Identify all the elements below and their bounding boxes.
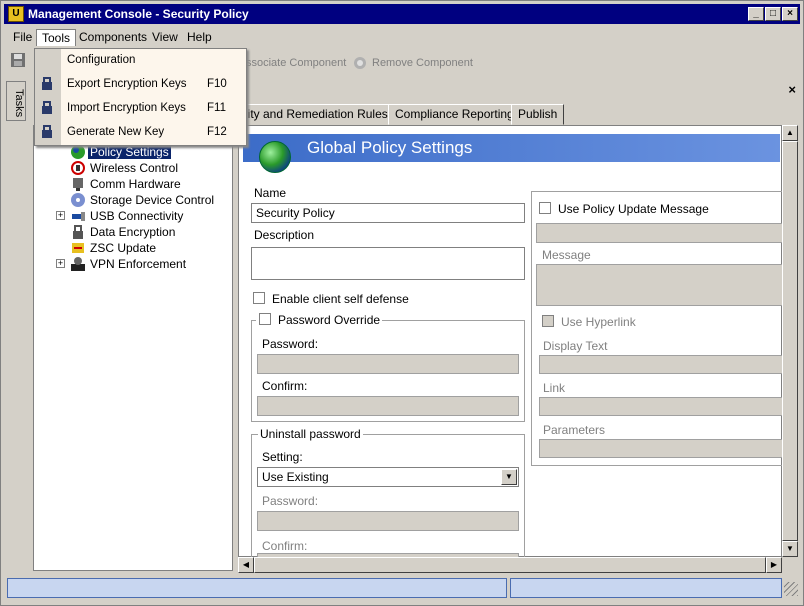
status-bar: [4, 576, 800, 600]
status-pane-main: [7, 578, 507, 598]
use-hyperlink-label: Use Hyperlink: [561, 315, 636, 329]
key-export-icon: [42, 77, 52, 90]
description-field[interactable]: [251, 247, 525, 280]
uninstall-confirm-label: Confirm:: [262, 539, 308, 553]
globe-icon: [259, 141, 291, 173]
menu-item-import-encryption-keys[interactable]: Import Encryption Keys F11: [35, 98, 246, 120]
message-label: Message: [542, 248, 591, 262]
window-title: Management Console - Security Policy: [28, 7, 249, 21]
minimize-button[interactable]: _: [748, 7, 764, 21]
lock-icon: [73, 225, 83, 239]
globe-icon: [71, 145, 85, 159]
title-bar[interactable]: U Management Console - Security Policy _…: [4, 4, 800, 24]
update-icon: [72, 243, 84, 253]
uninstall-password-field-label: Password:: [262, 494, 319, 508]
wireless-icon: [71, 161, 85, 175]
update-message-field[interactable]: [536, 223, 782, 243]
menu-components[interactable]: Components: [74, 29, 152, 46]
scroll-right-icon[interactable]: ▶: [766, 557, 782, 573]
link-field[interactable]: [539, 397, 782, 416]
expand-icon[interactable]: +: [56, 259, 65, 268]
horizontal-scroll-thumb[interactable]: [254, 557, 766, 573]
panel-close-icon[interactable]: ×: [788, 82, 796, 97]
tasks-side-tab[interactable]: Tasks: [6, 81, 26, 121]
policy-update-message-label: Use Policy Update Message: [558, 202, 709, 216]
policy-header-title: Global Policy Settings: [307, 138, 473, 157]
tools-menu-dropdown: Configuration Export Encryption Keys F10…: [34, 48, 247, 146]
tab-security-remediation-rules[interactable]: urity and Remediation Rules: [231, 104, 395, 125]
maximize-button[interactable]: □: [765, 7, 781, 21]
menu-item-configuration[interactable]: Configuration: [35, 50, 246, 72]
uninstall-password-field[interactable]: [257, 511, 519, 531]
horizontal-scrollbar[interactable]: ◀ ▶: [238, 557, 782, 573]
scroll-up-icon[interactable]: ▲: [782, 125, 798, 141]
parameters-field[interactable]: [539, 439, 782, 458]
display-text-label: Display Text: [543, 339, 608, 353]
override-password-field[interactable]: [257, 354, 519, 374]
display-text-field[interactable]: [539, 355, 782, 374]
expand-icon[interactable]: +: [56, 211, 65, 220]
menu-item-generate-new-key[interactable]: Generate New Key F12: [35, 122, 246, 144]
policy-tree: Policy Settings Wireless Control Comm Ha…: [33, 125, 233, 571]
password-override-label: Password Override: [256, 313, 383, 327]
key-import-icon: [42, 101, 52, 114]
close-button[interactable]: ×: [782, 7, 798, 21]
self-defense-checkbox[interactable]: [253, 292, 265, 304]
app-icon: U: [8, 6, 24, 22]
link-label: Link: [543, 381, 566, 395]
override-confirm-label: Confirm:: [262, 379, 308, 393]
usb-icon: [72, 212, 85, 221]
policy-header: Global Policy Settings: [243, 134, 780, 162]
setting-label: Setting:: [262, 450, 303, 464]
scroll-down-icon[interactable]: ▼: [782, 541, 798, 557]
vertical-scroll-thumb[interactable]: [782, 141, 798, 541]
tab-compliance-reporting[interactable]: Compliance Reporting: [388, 104, 521, 125]
override-confirm-field[interactable]: [257, 396, 519, 416]
remove-component-icon: [354, 57, 366, 70]
vpn-icon: [71, 257, 85, 271]
tab-strip: urity and Remediation Rules Compliance R…: [231, 102, 800, 125]
self-defense-label: Enable client self defense: [272, 292, 409, 306]
remove-component-button[interactable]: Remove Component: [352, 52, 473, 74]
associate-component-button[interactable]: ssociate Component: [246, 52, 346, 74]
resize-grip-icon[interactable]: [784, 582, 798, 596]
setting-select-value: Use Existing: [262, 470, 329, 484]
menu-item-export-encryption-keys[interactable]: Export Encryption Keys F10: [35, 74, 246, 96]
scroll-left-icon[interactable]: ◀: [238, 557, 254, 573]
status-pane-secondary: [510, 578, 782, 598]
override-password-label: Password:: [262, 337, 319, 351]
menu-tools[interactable]: Tools: [36, 29, 77, 46]
name-label: Name: [254, 186, 287, 200]
password-override-checkbox[interactable]: [259, 313, 271, 325]
hardware-icon: [73, 178, 83, 191]
menu-file[interactable]: File: [8, 29, 37, 46]
vertical-scrollbar[interactable]: ▲ ▼: [782, 125, 798, 557]
message-field[interactable]: [536, 264, 782, 306]
use-hyperlink-checkbox[interactable]: [542, 315, 554, 327]
setting-select[interactable]: Use Existing ▼: [257, 467, 519, 487]
name-field[interactable]: Security Policy: [251, 203, 525, 223]
menu-help[interactable]: Help: [182, 29, 217, 46]
chevron-down-icon[interactable]: ▼: [501, 469, 517, 485]
description-label: Description: [254, 228, 315, 242]
key-generate-icon: [42, 125, 52, 138]
tab-publish[interactable]: Publish: [511, 104, 565, 125]
policy-update-message-checkbox[interactable]: [539, 202, 551, 214]
menu-bar: File Tools Components View Help: [4, 27, 800, 47]
storage-icon: [71, 193, 85, 207]
uninstall-password-label: Uninstall password: [258, 427, 363, 441]
main-window: U Management Console - Security Policy _…: [0, 0, 804, 606]
parameters-label: Parameters: [543, 423, 606, 437]
menu-view[interactable]: View: [147, 29, 183, 46]
save-icon[interactable]: [10, 52, 26, 74]
